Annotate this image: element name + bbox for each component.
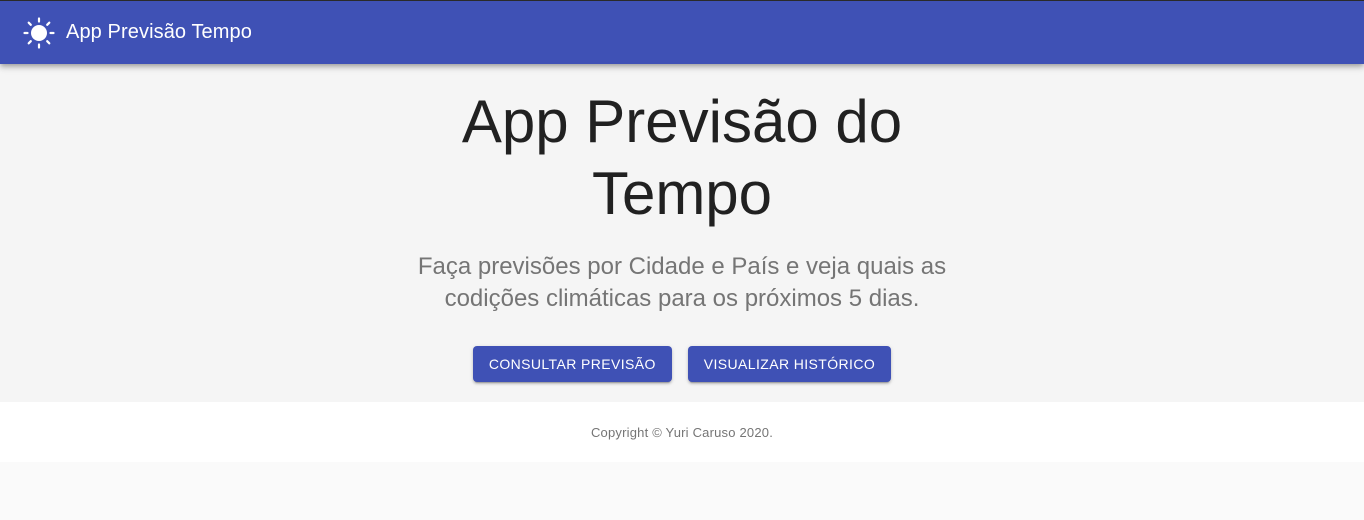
sun-icon[interactable]: [23, 16, 55, 49]
app-bar: App Previsão Tempo: [0, 0, 1364, 64]
hero-actions: Consultar Previsão Visualizar Histórico: [0, 346, 1364, 382]
page-subtitle: Faça previsões por Cidade e País e veja …: [417, 253, 947, 312]
app-title: App Previsão Tempo: [66, 21, 252, 43]
hero-section: App Previsão do Tempo Faça previsões por…: [0, 64, 1364, 402]
consult-forecast-button[interactable]: Consultar Previsão: [472, 346, 672, 382]
copyright-text: Copyright © Yuri Caruso 2020.: [590, 425, 774, 440]
page-title: App Previsão do Tempo: [461, 88, 903, 227]
view-history-button[interactable]: Visualizar Histórico: [687, 346, 892, 382]
footer: Copyright © Yuri Caruso 2020.: [0, 402, 1364, 462]
